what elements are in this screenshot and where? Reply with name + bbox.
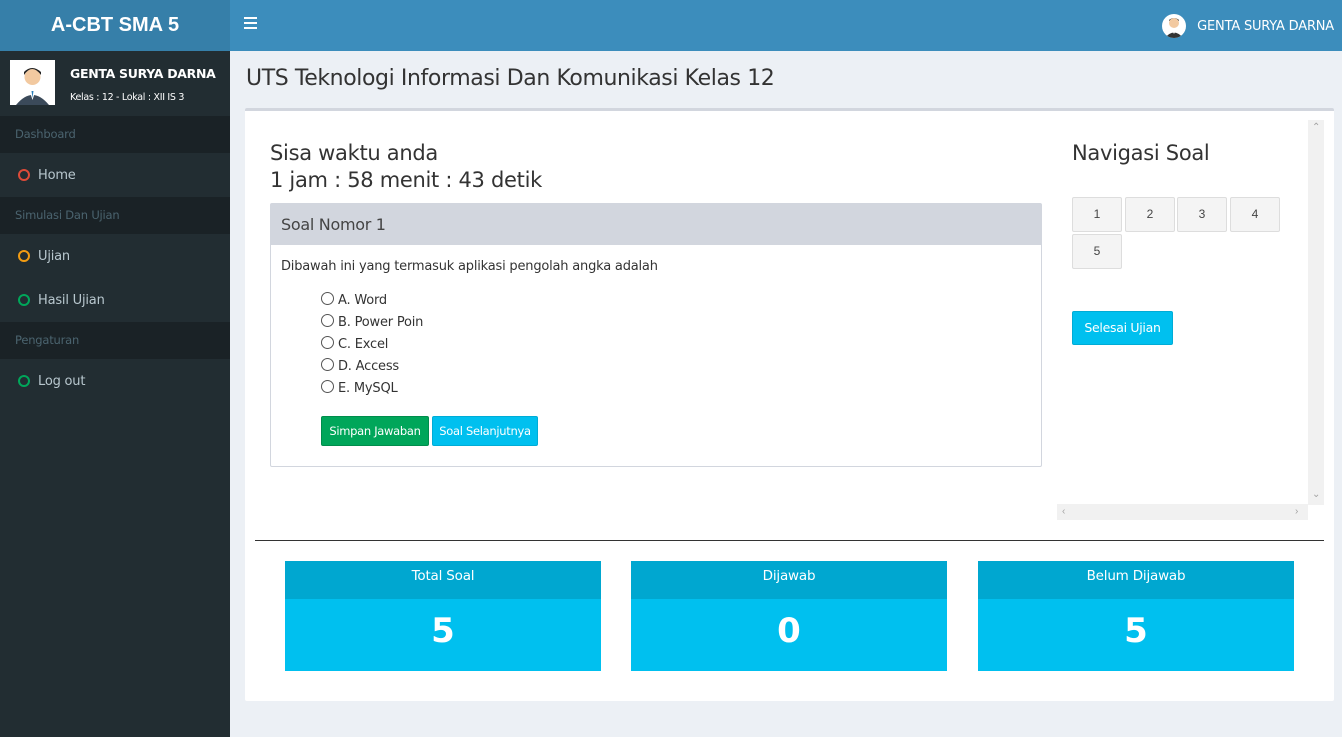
radio-button[interactable] [321, 314, 334, 327]
stat-label: Belum Dijawab [978, 561, 1294, 599]
option-label: D. Access [338, 358, 399, 374]
sidebar-user-name: GENTA SURYA DARNA [70, 66, 216, 81]
option-e[interactable]: E. MySQL [321, 377, 423, 399]
stat-belum-dijawab: Belum Dijawab 5 [978, 561, 1294, 671]
option-d[interactable]: D. Access [321, 355, 423, 377]
option-b[interactable]: B. Power Poin [321, 311, 423, 333]
question-nav-button-3[interactable]: 3 [1177, 197, 1227, 232]
finish-exam-button[interactable]: Selesai Ujian [1072, 311, 1173, 345]
sidebar-user-meta: Kelas : 12 - Lokal : XII IS 3 [70, 92, 185, 103]
user-panel: GENTA SURYA DARNA Kelas : 12 - Lokal : X… [0, 51, 230, 116]
page-title: UTS Teknologi Informasi Dan Komunikasi K… [246, 66, 775, 91]
question-nav-button-5[interactable]: 5 [1072, 234, 1122, 269]
option-c[interactable]: C. Excel [321, 333, 423, 355]
menu-header-dashboard: Dashboard [0, 116, 230, 153]
radio-button[interactable] [321, 358, 334, 371]
stat-value: 5 [431, 611, 455, 651]
sidebar-item-label: Hasil Ujian [38, 292, 105, 308]
next-question-button[interactable]: Soal Selanjutnya [432, 416, 538, 446]
circle-icon [18, 169, 30, 181]
scroll-up-icon[interactable]: ⌃ [1312, 123, 1320, 133]
sidebar-item-label: Home [38, 167, 76, 183]
menu-header-pengaturan: Pengaturan [0, 322, 230, 359]
divider [255, 540, 1324, 541]
question-nav-button-2[interactable]: 2 [1125, 197, 1175, 232]
stat-value: 5 [1124, 611, 1148, 651]
stat-label: Dijawab [631, 561, 947, 599]
stat-total-soal: Total Soal 5 [285, 561, 601, 671]
scroll-right-icon[interactable]: › [1295, 507, 1298, 517]
avatar [10, 60, 55, 105]
scroll-left-icon[interactable]: ‹ [1062, 507, 1065, 517]
option-label: B. Power Poin [338, 314, 424, 330]
avatar-icon [1162, 14, 1187, 38]
save-answer-button[interactable]: Simpan Jawaban [321, 416, 429, 446]
sidebar-item-hasil-ujian[interactable]: Hasil Ujian [0, 278, 230, 322]
circle-icon [18, 375, 30, 387]
stat-dijawab: Dijawab 0 [631, 561, 947, 671]
circle-icon [18, 250, 30, 262]
sidebar-item-label: Ujian [38, 248, 70, 264]
user-menu[interactable]: GENTA SURYA DARNA [1162, 14, 1334, 38]
stat-value: 0 [777, 611, 801, 651]
sidebar: GENTA SURYA DARNA Kelas : 12 - Lokal : X… [0, 51, 230, 737]
timer-value: 1 jam : 58 menit : 43 detik [270, 168, 542, 192]
sidebar-item-ujian[interactable]: Ujian [0, 234, 230, 278]
answer-options: A. Word B. Power Poin C. Excel D. Access… [321, 289, 423, 399]
radio-button[interactable] [321, 292, 334, 305]
radio-button[interactable] [321, 380, 334, 393]
sidebar-item-logout[interactable]: Log out [0, 359, 230, 403]
question-header: Soal Nomor 1 [271, 204, 1041, 245]
circle-icon [18, 294, 30, 306]
navigation-title: Navigasi Soal [1072, 141, 1210, 165]
vertical-scrollbar[interactable]: ⌃ ⌄ [1308, 120, 1324, 505]
stat-label: Total Soal [285, 561, 601, 599]
option-label: C. Excel [338, 336, 389, 352]
option-label: E. MySQL [338, 380, 398, 396]
scroll-down-icon[interactable]: ⌄ [1312, 490, 1320, 500]
app-logo[interactable]: A-CBT SMA 5 [0, 0, 230, 51]
question-text: Dibawah ini yang termasuk aplikasi pengo… [281, 259, 658, 274]
option-a[interactable]: A. Word [321, 289, 423, 311]
sidebar-item-label: Log out [38, 373, 86, 389]
menu-toggle-icon[interactable] [244, 17, 258, 33]
question-nav-button-4[interactable]: 4 [1230, 197, 1280, 232]
horizontal-scrollbar[interactable]: ‹ › [1057, 504, 1308, 520]
top-navbar: GENTA SURYA DARNA [230, 0, 1342, 51]
radio-button[interactable] [321, 336, 334, 349]
timer-label: Sisa waktu anda [270, 141, 438, 165]
menu-header-simulasi: Simulasi Dan Ujian [0, 197, 230, 234]
option-label: A. Word [338, 292, 387, 308]
top-user-name: GENTA SURYA DARNA [1197, 18, 1334, 34]
sidebar-item-home[interactable]: Home [0, 153, 230, 197]
question-panel: Soal Nomor 1 Dibawah ini yang termasuk a… [270, 203, 1042, 467]
question-nav-button-1[interactable]: 1 [1072, 197, 1122, 232]
